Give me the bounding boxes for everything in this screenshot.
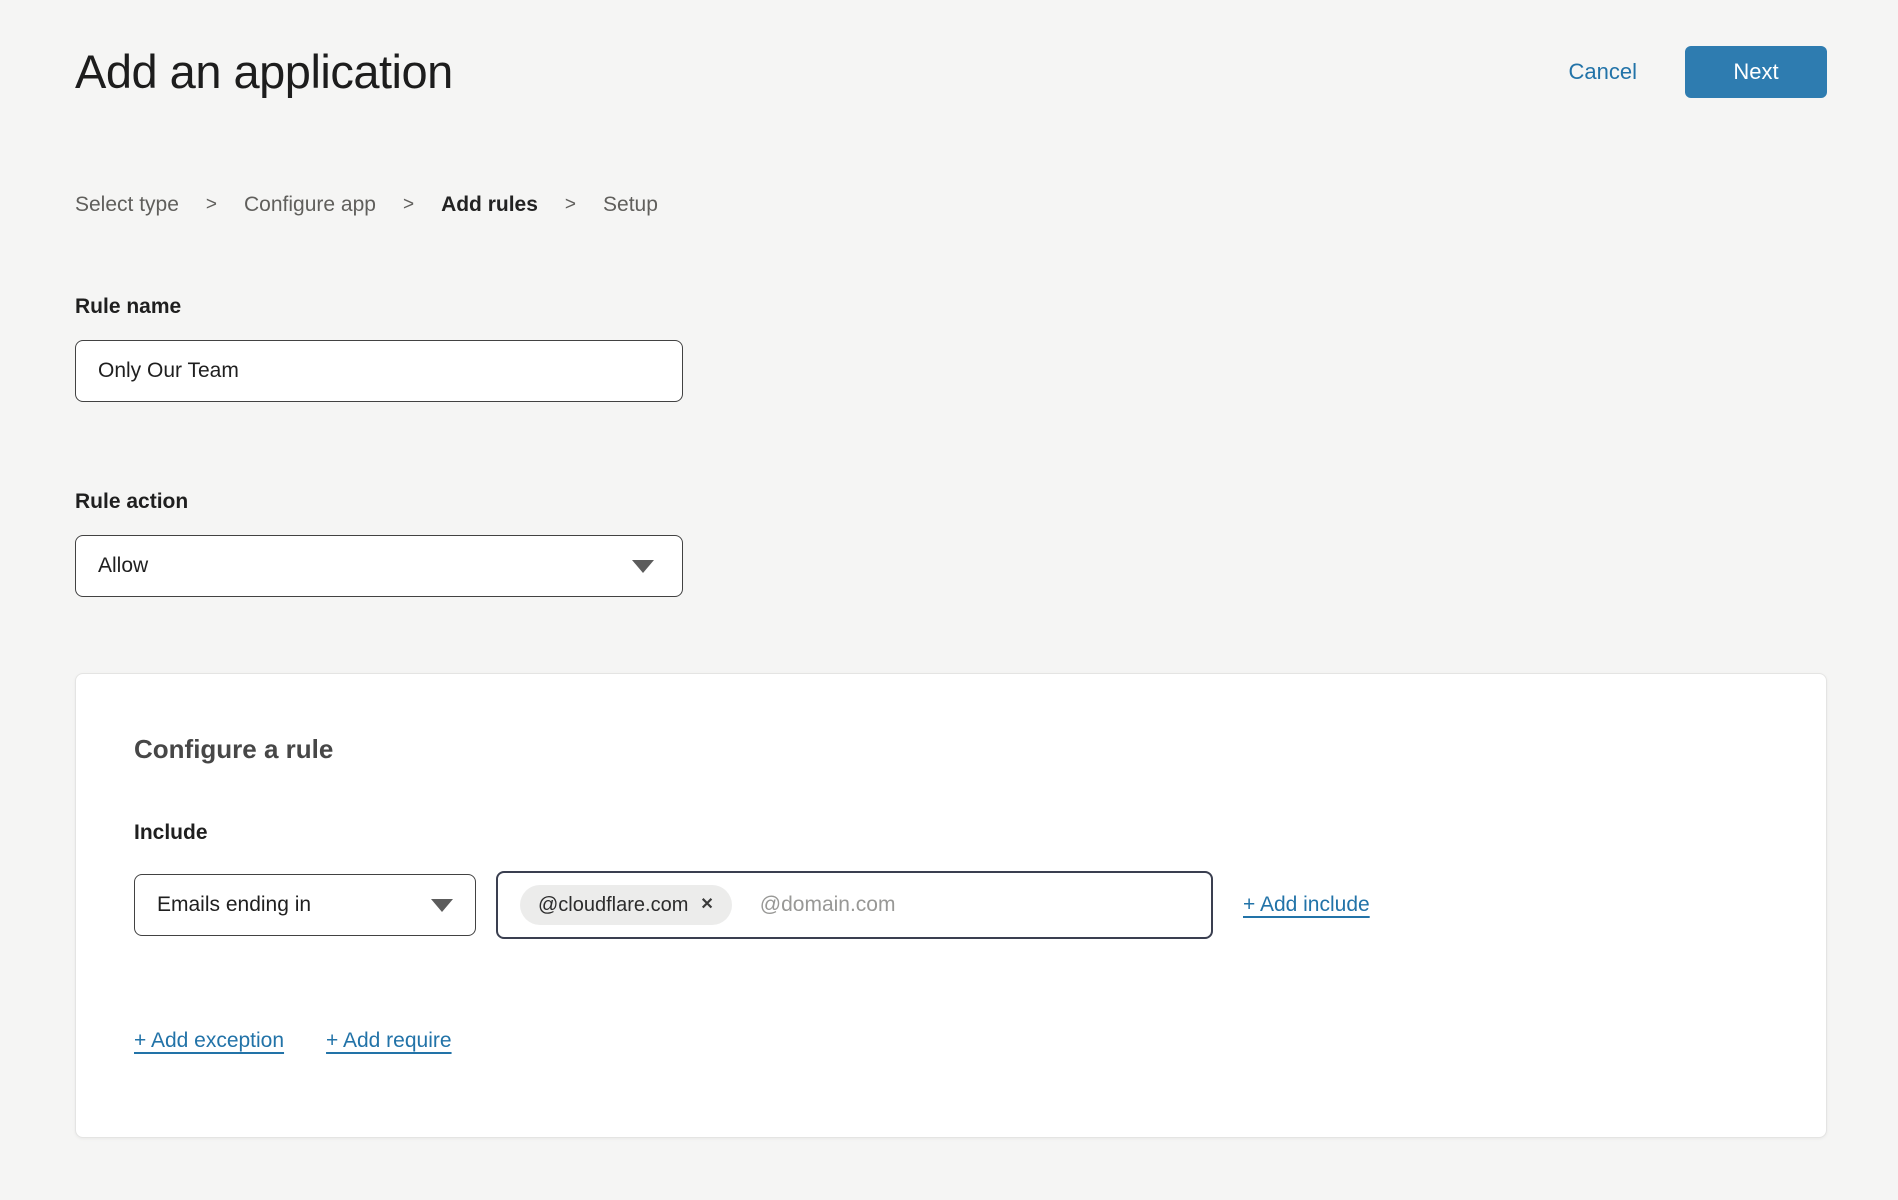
breadcrumb-separator: > bbox=[206, 194, 217, 216]
email-domain-entry-input[interactable] bbox=[760, 893, 1193, 917]
cancel-button[interactable]: Cancel bbox=[1569, 59, 1637, 85]
breadcrumb-separator: > bbox=[403, 194, 414, 216]
chevron-down-icon bbox=[632, 560, 654, 573]
configure-rule-title: Configure a rule bbox=[134, 734, 1766, 765]
chevron-down-icon bbox=[431, 899, 453, 912]
page-header: Add an application Cancel Next bbox=[75, 44, 1827, 99]
add-exception-link[interactable]: + Add exception bbox=[134, 1029, 284, 1053]
include-rule-row: Emails ending in @cloudflare.com ✕ + Add… bbox=[134, 871, 1766, 939]
breadcrumb-step-add-rules[interactable]: Add rules bbox=[441, 193, 538, 217]
next-button[interactable]: Next bbox=[1685, 46, 1827, 98]
email-domain-tag-label: @cloudflare.com bbox=[538, 894, 688, 917]
breadcrumb-separator: > bbox=[565, 194, 576, 216]
breadcrumb-step-select-type[interactable]: Select type bbox=[75, 193, 179, 217]
include-criteria-select[interactable]: Emails ending in bbox=[134, 874, 476, 936]
header-actions: Cancel Next bbox=[1569, 46, 1827, 98]
email-domain-tag: @cloudflare.com ✕ bbox=[520, 885, 732, 925]
email-domains-tag-input[interactable]: @cloudflare.com ✕ bbox=[496, 871, 1213, 939]
include-criteria-selected-value: Emails ending in bbox=[157, 893, 311, 917]
rule-name-input[interactable] bbox=[75, 340, 683, 402]
rule-action-label: Rule action bbox=[75, 490, 1827, 514]
rule-name-label: Rule name bbox=[75, 295, 1827, 319]
rule-action-selected-value: Allow bbox=[98, 554, 148, 578]
breadcrumb-step-configure-app[interactable]: Configure app bbox=[244, 193, 376, 217]
add-include-link[interactable]: + Add include bbox=[1243, 893, 1370, 917]
rule-action-select[interactable]: Allow bbox=[75, 535, 683, 597]
add-require-link[interactable]: + Add require bbox=[326, 1029, 452, 1053]
remove-tag-icon[interactable]: ✕ bbox=[700, 897, 713, 913]
include-label: Include bbox=[134, 821, 1766, 845]
add-application-page: Add an application Cancel Next Select ty… bbox=[0, 0, 1898, 1200]
configure-rule-card: Configure a rule Include Emails ending i… bbox=[75, 673, 1827, 1138]
breadcrumb-step-setup[interactable]: Setup bbox=[603, 193, 658, 217]
secondary-links-row: + Add exception + Add require bbox=[134, 1029, 1766, 1053]
page-title: Add an application bbox=[75, 44, 453, 99]
breadcrumb: Select type > Configure app > Add rules … bbox=[75, 193, 1827, 217]
